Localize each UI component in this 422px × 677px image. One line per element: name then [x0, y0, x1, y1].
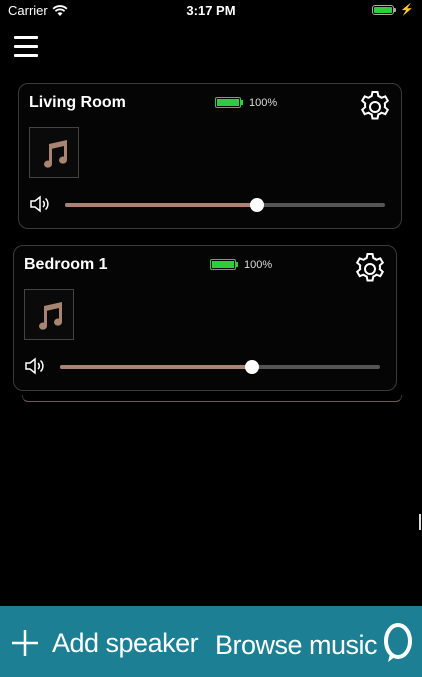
battery-icon — [372, 5, 396, 15]
plus-icon — [12, 630, 38, 656]
album-art — [29, 127, 79, 178]
album-art — [24, 289, 74, 340]
menu-icon[interactable] — [14, 34, 38, 60]
browse-music-button[interactable]: Browse music — [215, 630, 378, 661]
scroll-indicator — [419, 514, 421, 530]
speaker-volume-icon — [29, 194, 51, 214]
music-note-icon — [44, 139, 68, 168]
charging-icon: ⚡ — [400, 4, 414, 16]
battery-percent: 100% — [244, 259, 273, 271]
alexa-icon[interactable] — [382, 621, 414, 668]
speaker-name: Living Room — [29, 94, 126, 111]
speaker-card-living-room[interactable]: Living Room 100% — [18, 83, 402, 229]
music-note-icon — [39, 301, 63, 330]
gear-icon[interactable] — [357, 89, 393, 125]
card-edge — [22, 395, 402, 402]
battery-icon — [215, 97, 243, 108]
gear-icon[interactable] — [352, 251, 388, 287]
battery-icon — [210, 259, 238, 270]
volume-slider-thumb[interactable] — [250, 198, 264, 212]
volume-slider[interactable] — [65, 198, 385, 212]
add-speaker-label: Add speaker — [52, 627, 199, 658]
bottom-bar: Add speaker Browse music — [0, 606, 422, 677]
clock: 3:17 PM — [186, 3, 236, 18]
speaker-card-bedroom-1[interactable]: Bedroom 1 100% — [13, 245, 397, 391]
add-speaker-button[interactable]: Add speaker — [10, 623, 199, 663]
battery-percent: 100% — [249, 97, 278, 109]
speaker-name: Bedroom 1 — [24, 256, 108, 273]
volume-slider-thumb[interactable] — [245, 360, 259, 374]
status-bar: Carrier 3:17 PM ⚡ — [0, 0, 422, 22]
volume-slider[interactable] — [60, 360, 380, 374]
speaker-volume-icon — [24, 356, 46, 376]
